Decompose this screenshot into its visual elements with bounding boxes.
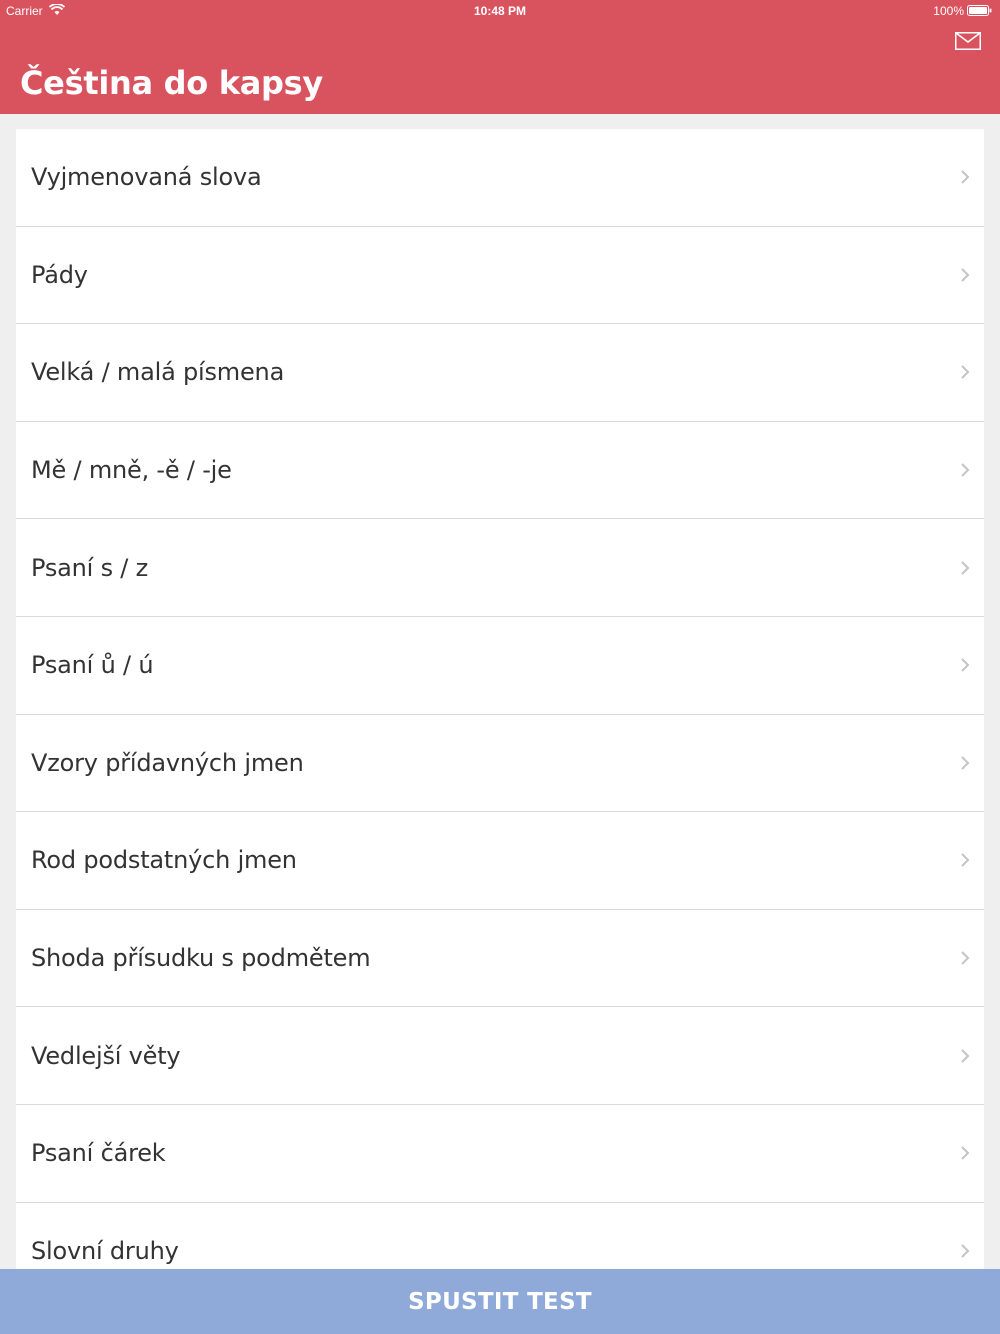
list-item-rod-podstatnych-jmen[interactable]: Rod podstatných jmen bbox=[16, 812, 984, 910]
list-item-vedlejsi-vety[interactable]: Vedlejší věty bbox=[16, 1007, 984, 1105]
list-item-label: Psaní s / z bbox=[31, 553, 149, 582]
chevron-right-icon bbox=[961, 951, 970, 965]
chevron-right-icon bbox=[961, 1146, 970, 1160]
status-bar: Carrier 10:48 PM 100% bbox=[0, 0, 1000, 22]
chevron-right-icon bbox=[961, 365, 970, 380]
list-item-label: Vzory přídavných jmen bbox=[31, 748, 304, 777]
list-item-label: Psaní čárek bbox=[31, 1139, 166, 1168]
mail-button[interactable] bbox=[954, 30, 982, 52]
list-item-vyjmenovana-slova[interactable]: Vyjmenovaná slova bbox=[16, 129, 984, 227]
battery-percentage: 100% bbox=[933, 4, 964, 18]
chevron-right-icon bbox=[961, 756, 970, 770]
list-item-pady[interactable]: Pády bbox=[16, 226, 984, 325]
list-item-label: Pády bbox=[31, 260, 88, 289]
chevron-right-icon bbox=[961, 1244, 970, 1258]
app-title: Čeština do kapsy bbox=[20, 64, 323, 102]
list-item-vzory-pridavnych-jmen[interactable]: Vzory přídavných jmen bbox=[16, 714, 984, 813]
chevron-right-icon bbox=[961, 1048, 970, 1063]
chevron-right-icon bbox=[961, 463, 970, 477]
list-item-psani-u[interactable]: Psaní ů / ú bbox=[16, 616, 984, 715]
chevron-right-icon bbox=[961, 853, 970, 868]
battery-icon bbox=[967, 5, 992, 16]
chevron-right-icon bbox=[961, 560, 970, 575]
status-time: 10:48 PM bbox=[473, 4, 527, 18]
list-item-label: Slovní druhy bbox=[31, 1236, 179, 1265]
list-item-label: Vyjmenovaná slova bbox=[31, 163, 262, 192]
list-item-label: Rod podstatných jmen bbox=[31, 846, 297, 875]
list-item-label: Mě / mně, -ě / -je bbox=[31, 456, 232, 485]
list-item-velka-mala-pismena[interactable]: Velká / malá písmena bbox=[16, 324, 984, 422]
topic-list: Vyjmenovaná slova Pády Velká / malá písm… bbox=[16, 129, 984, 1301]
list-item-label: Velká / malá písmena bbox=[31, 358, 285, 387]
mail-icon bbox=[955, 32, 981, 50]
header: Carrier 10:48 PM 100% Čeština do kapsy bbox=[0, 0, 1000, 114]
chevron-right-icon bbox=[961, 170, 970, 185]
start-test-button[interactable]: SPUSTIT TEST bbox=[0, 1269, 1000, 1334]
list-item-label: Shoda přísudku s podmětem bbox=[31, 944, 371, 973]
list-item-label: Psaní ů / ú bbox=[31, 651, 154, 680]
list-item-label: Vedlejší věty bbox=[31, 1041, 181, 1070]
chevron-right-icon bbox=[961, 268, 970, 282]
list-item-shoda-prisudku[interactable]: Shoda přísudku s podmětem bbox=[16, 909, 984, 1008]
list-item-psani-carek[interactable]: Psaní čárek bbox=[16, 1104, 984, 1203]
list-item-me-mne[interactable]: Mě / mně, -ě / -je bbox=[16, 421, 984, 520]
list-item-psani-s-z[interactable]: Psaní s / z bbox=[16, 519, 984, 617]
chevron-right-icon bbox=[961, 658, 970, 672]
